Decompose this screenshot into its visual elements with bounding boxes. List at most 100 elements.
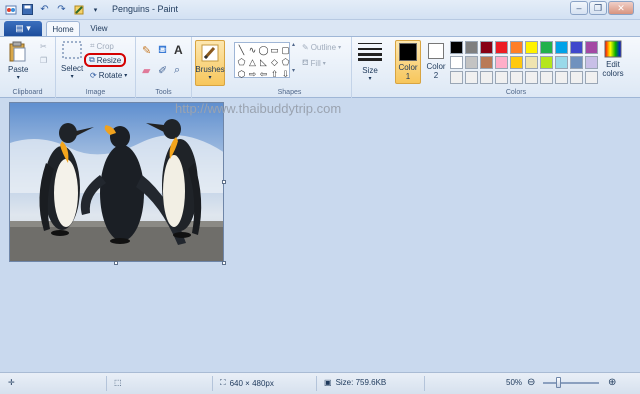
resize-handle-corner[interactable] xyxy=(222,261,226,265)
paint-app-icon[interactable] xyxy=(4,3,17,16)
color1-button[interactable]: Color 1 xyxy=(395,40,421,84)
canvas-area[interactable]: http://www.thaibuddytrip.com xyxy=(0,98,640,372)
hexagon-shape-icon[interactable]: ⬡ xyxy=(236,68,247,80)
shapes-more-icon[interactable]: ▾ xyxy=(292,67,295,74)
palette-swatch[interactable] xyxy=(585,71,598,84)
color-picker-icon[interactable]: ✐ xyxy=(158,64,167,77)
palette-swatch[interactable] xyxy=(480,56,493,69)
pentagon-shape-icon[interactable]: ⬠ xyxy=(280,56,291,68)
palette-swatch[interactable] xyxy=(450,56,463,69)
palette-swatch[interactable] xyxy=(540,56,553,69)
zoom-slider-thumb[interactable] xyxy=(556,377,561,388)
zoom-slider-track[interactable] xyxy=(543,382,599,384)
copy-icon[interactable]: ❐ xyxy=(40,56,47,65)
paste-button[interactable]: Paste ▾ xyxy=(8,41,28,81)
palette-swatch[interactable] xyxy=(540,41,553,54)
close-button[interactable]: ✕ xyxy=(608,1,634,15)
palette-swatch[interactable] xyxy=(465,71,478,84)
resize-icon: ⧉ xyxy=(89,55,95,64)
palette-swatch[interactable] xyxy=(555,56,568,69)
palette-swatch[interactable] xyxy=(465,56,478,69)
close-icon: ✕ xyxy=(617,2,625,13)
right-triangle-shape-icon[interactable]: ◺ xyxy=(258,56,269,68)
palette-swatch[interactable] xyxy=(540,71,553,84)
curve-shape-icon[interactable]: ∿ xyxy=(247,44,258,56)
rectangle-shape-icon[interactable]: ▭ xyxy=(269,44,280,56)
crop-icon: ⌗ xyxy=(90,41,95,50)
customize-qat-icon[interactable] xyxy=(72,3,85,16)
polygon-shape-icon[interactable]: ⬠ xyxy=(236,56,247,68)
arrow-up-shape-icon[interactable]: ⇧ xyxy=(269,68,280,80)
line-shape-icon[interactable]: ╲ xyxy=(236,44,247,56)
magnifier-icon[interactable]: ⌕ xyxy=(174,64,180,77)
eraser-icon[interactable]: ▰ xyxy=(142,64,150,77)
palette-swatch[interactable] xyxy=(510,71,523,84)
palette-swatch[interactable] xyxy=(495,71,508,84)
resize-handle-bottom[interactable] xyxy=(114,261,118,265)
color2-button[interactable]: Color 2 xyxy=(424,40,448,80)
edit-colors-button[interactable]: Edit colors xyxy=(598,40,628,78)
crop-button[interactable]: ⌗ Crop xyxy=(90,41,114,51)
palette-swatch[interactable] xyxy=(480,71,493,84)
pencil-icon[interactable]: ✎ xyxy=(142,44,151,57)
color-palette xyxy=(450,41,598,84)
select-button[interactable]: Select ▾ xyxy=(61,41,83,80)
text-tool-icon[interactable]: A xyxy=(174,43,183,57)
tab-view[interactable]: View xyxy=(84,21,114,36)
brush-icon xyxy=(200,43,220,63)
palette-swatch[interactable] xyxy=(570,41,583,54)
palette-swatch[interactable] xyxy=(480,41,493,54)
triangle-shape-icon[interactable]: △ xyxy=(247,56,258,68)
palette-swatch[interactable] xyxy=(570,56,583,69)
zoom-out-icon[interactable]: ⊖ xyxy=(527,377,535,388)
undo-icon[interactable]: ↶ xyxy=(38,3,51,16)
crop-label: Crop xyxy=(96,41,114,51)
image-group-label: Image xyxy=(85,89,106,96)
palette-swatch[interactable] xyxy=(585,56,598,69)
palette-swatch[interactable] xyxy=(585,41,598,54)
rotate-label: Rotate xyxy=(98,71,123,80)
diamond-shape-icon[interactable]: ◇ xyxy=(269,56,280,68)
outline-dropdown-icon: ▾ xyxy=(338,45,342,51)
zoom-in-icon[interactable]: ⊕ xyxy=(608,377,616,388)
palette-swatch[interactable] xyxy=(525,56,538,69)
rounded-rectangle-shape-icon[interactable]: ▢ xyxy=(280,44,291,56)
outline-button[interactable]: ✎ Outline ▾ xyxy=(302,43,341,52)
color2-swatch xyxy=(428,43,444,59)
cut-icon[interactable]: ✂ xyxy=(40,42,47,51)
palette-swatch[interactable] xyxy=(555,71,568,84)
shapes-scroll-up-icon[interactable]: ▴ xyxy=(292,41,295,48)
palette-swatch[interactable] xyxy=(525,71,538,84)
penguins-image[interactable] xyxy=(9,102,224,262)
minimize-button[interactable]: – xyxy=(570,1,588,15)
palette-swatch[interactable] xyxy=(495,41,508,54)
brushes-button[interactable]: Brushes ▾ xyxy=(195,40,225,86)
palette-swatch[interactable] xyxy=(450,71,463,84)
fill-dropdown-icon: ▾ xyxy=(322,60,326,67)
save-icon[interactable] xyxy=(21,3,34,16)
palette-swatch[interactable] xyxy=(450,41,463,54)
redo-icon[interactable]: ↷ xyxy=(55,3,68,16)
palette-swatch[interactable] xyxy=(510,56,523,69)
palette-swatch[interactable] xyxy=(495,56,508,69)
paint-menu-button[interactable]: ▤ ▾ xyxy=(4,21,42,36)
palette-swatch[interactable] xyxy=(465,41,478,54)
tab-home[interactable]: Home xyxy=(46,21,80,36)
palette-swatch[interactable] xyxy=(510,41,523,54)
arrow-left-shape-icon[interactable]: ⇦ xyxy=(258,68,269,80)
fill-button[interactable]: ⛾ Fill ▾ xyxy=(302,58,326,68)
palette-swatch[interactable] xyxy=(555,41,568,54)
arrow-right-shape-icon[interactable]: ⇨ xyxy=(247,68,258,80)
size-button[interactable]: Size ▾ xyxy=(358,41,382,82)
qat-dropdown-icon[interactable]: ▾ xyxy=(89,3,102,16)
cursor-position: ✛ xyxy=(8,378,15,387)
fill-bucket-icon[interactable]: ⛾ xyxy=(158,44,167,58)
resize-button[interactable]: ⧉ Resize xyxy=(84,53,127,67)
oval-shape-icon[interactable]: ◯ xyxy=(258,44,269,56)
palette-swatch[interactable] xyxy=(525,41,538,54)
palette-swatch[interactable] xyxy=(570,71,583,84)
maximize-button[interactable]: ❐ xyxy=(589,1,607,15)
arrow-down-shape-icon[interactable]: ⇩ xyxy=(280,68,291,80)
resize-handle-right[interactable] xyxy=(222,180,226,184)
rotate-button[interactable]: ⟳ Rotate ▾ xyxy=(90,71,127,80)
